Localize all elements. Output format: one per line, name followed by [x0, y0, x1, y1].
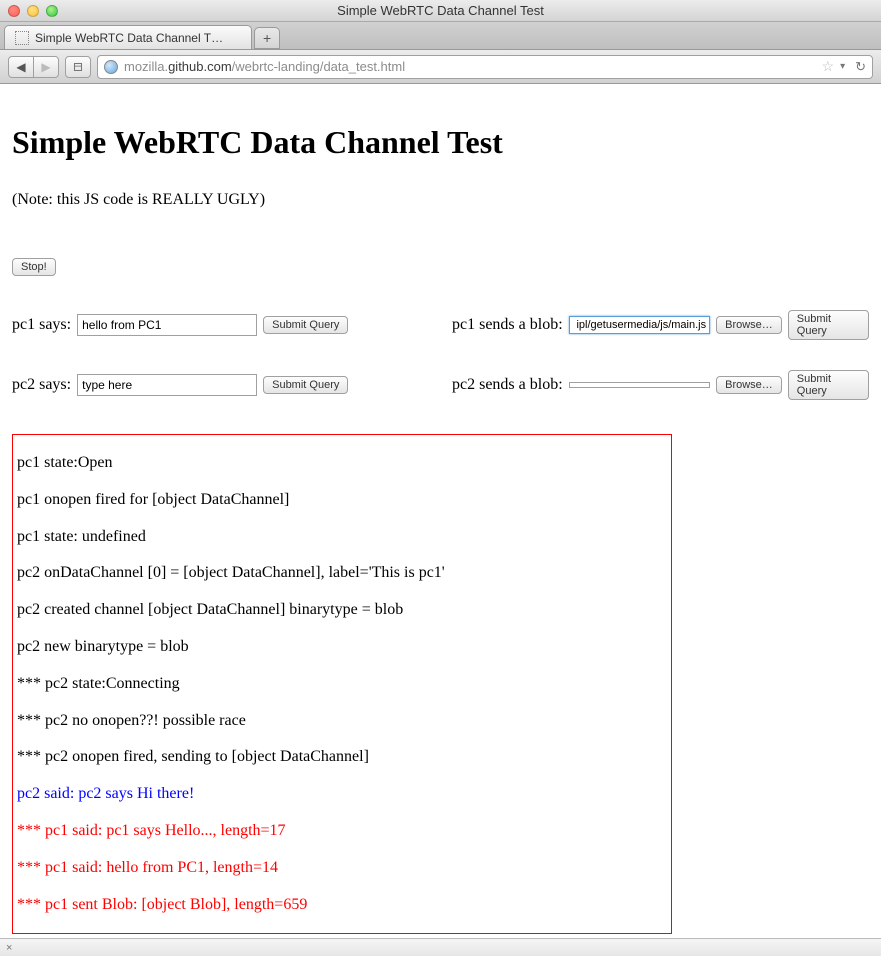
- pc2-says-submit-button[interactable]: Submit Query: [263, 376, 348, 394]
- pc1-blob-label: pc1 sends a blob:: [452, 316, 563, 334]
- pc2-says-row: pc2 says: Submit Query: [12, 370, 452, 400]
- log-line: pc2 created channel [object DataChannel]…: [17, 600, 667, 621]
- back-button[interactable]: ◀: [8, 56, 34, 78]
- log-line: *** pc1 said: hello from PC1, length=14: [17, 931, 667, 934]
- log-line: *** pc2 onopen fired, sending to [object…: [17, 747, 667, 768]
- reload-icon[interactable]: ↻: [855, 59, 866, 75]
- log-line: pc2 new binarytype = blob: [17, 637, 667, 658]
- site-identity-icon[interactable]: [104, 60, 118, 74]
- close-window-button[interactable]: [8, 5, 20, 17]
- pc2-says-input[interactable]: [77, 374, 257, 396]
- status-bar: ×: [0, 938, 881, 956]
- pc2-blob-label: pc2 sends a blob:: [452, 376, 563, 394]
- log-line: pc1 state: undefined: [17, 527, 667, 548]
- log-line: *** pc2 state:Connecting: [17, 674, 667, 695]
- log-line: *** pc1 sent Blob: [object Blob], length…: [17, 895, 667, 916]
- traffic-lights: [0, 5, 58, 17]
- pc2-says-label: pc2 says:: [12, 376, 71, 394]
- page-note: (Note: this JS code is REALLY UGLY): [12, 191, 869, 209]
- pc1-says-submit-button[interactable]: Submit Query: [263, 316, 348, 334]
- pc2-blob-row: pc2 sends a blob: Browse… Submit Query: [452, 370, 869, 400]
- pc1-says-row: pc1 says: Submit Query: [12, 310, 452, 340]
- pc1-file-input[interactable]: ipl/getusermedia/js/main.js: [569, 316, 710, 334]
- pc1-blob-row: pc1 sends a blob: ipl/getusermedia/js/ma…: [452, 310, 869, 340]
- tab-favicon: [15, 31, 29, 45]
- log-line: pc1 onopen fired for [object DataChannel…: [17, 490, 667, 511]
- url-bar[interactable]: mozilla.github.com/webrtc-landing/data_t…: [97, 55, 873, 79]
- window-title: Simple WebRTC Data Channel Test: [0, 3, 881, 18]
- log-box[interactable]: pc1 state:Open pc1 onopen fired for [obje…: [12, 434, 672, 934]
- log-line: *** pc1 said: pc1 says Hello..., length=…: [17, 821, 667, 842]
- minimize-window-button[interactable]: [27, 5, 39, 17]
- page-heading: Simple WebRTC Data Channel Test: [12, 124, 869, 161]
- bookmark-star-icon[interactable]: ☆: [822, 58, 835, 75]
- url-dropdown-icon[interactable]: ▾: [840, 61, 845, 72]
- status-close-icon[interactable]: ×: [6, 942, 12, 954]
- url-text: mozilla.github.com/webrtc-landing/data_t…: [124, 59, 816, 74]
- pc2-file-input[interactable]: [569, 382, 710, 388]
- log-line: pc1 state:Open: [17, 453, 667, 474]
- browser-tab[interactable]: Simple WebRTC Data Channel T…: [4, 25, 252, 49]
- log-line: pc2 onDataChannel [0] = [object DataChan…: [17, 563, 667, 584]
- pc1-blob-submit-button[interactable]: Submit Query: [788, 310, 869, 340]
- pc1-browse-button[interactable]: Browse…: [716, 316, 782, 334]
- forward-button[interactable]: ▶: [33, 56, 59, 78]
- pc2-blob-submit-button[interactable]: Submit Query: [788, 370, 869, 400]
- log-line: *** pc2 no onopen??! possible race: [17, 711, 667, 732]
- nav-toolbar: ◀ ▶ mozilla.github.com/webrtc-landing/da…: [0, 50, 881, 84]
- stop-button[interactable]: Stop!: [12, 258, 56, 276]
- new-tab-button[interactable]: +: [254, 27, 280, 49]
- home-button[interactable]: [65, 56, 91, 78]
- log-line: pc2 said: pc2 says Hi there!: [17, 784, 667, 805]
- pc1-says-label: pc1 says:: [12, 316, 71, 334]
- home-icon: [71, 60, 85, 74]
- pc2-browse-button[interactable]: Browse…: [716, 376, 782, 394]
- zoom-window-button[interactable]: [46, 5, 58, 17]
- tab-label: Simple WebRTC Data Channel T…: [35, 31, 223, 45]
- log-line: *** pc1 said: hello from PC1, length=14: [17, 858, 667, 879]
- page-content: Simple WebRTC Data Channel Test (Note: t…: [0, 84, 881, 946]
- window-titlebar: Simple WebRTC Data Channel Test: [0, 0, 881, 22]
- pc1-says-input[interactable]: [77, 314, 257, 336]
- tab-strip: Simple WebRTC Data Channel T… +: [0, 22, 881, 50]
